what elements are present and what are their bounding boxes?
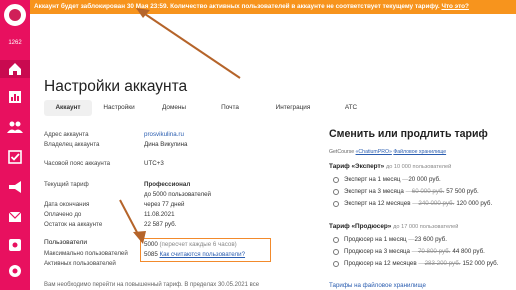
tariff-value: Профессионал [144, 181, 191, 188]
max-users-row: 5000 (пересчет каждые 6 часов) [144, 241, 237, 248]
end-date-value: через 77 дней [144, 201, 185, 208]
prodiser-tariff-heading: Тариф «Продюсер» до 17 000 пользователей [329, 223, 458, 230]
tab-bar: Аккаунт Настройки Домены Почта Интеграци… [44, 100, 374, 116]
expert-option-3m[interactable]: Эксперт на 3 месяца — 60 000 руб. 57 500… [333, 188, 479, 195]
banner-text: Аккаунт будет заблокирован 30 Мая 23:59.… [34, 3, 440, 10]
tab-settings[interactable]: Настройки [92, 100, 146, 116]
paid-until-value: 11.08.2021 [144, 211, 175, 218]
account-owner-label: Владелец аккаунта [44, 141, 100, 148]
expert-tariff-name: Тариф «Эксперт» [329, 163, 385, 170]
account-address-value[interactable]: prosvikulina.ru [144, 131, 184, 138]
radio-button[interactable] [333, 176, 339, 183]
expert-option-12m[interactable]: Эксперт на 12 месяцев — 240 000 руб. 120… [333, 200, 492, 207]
prodiser-tariff-limit: до 17 000 пользователей [393, 224, 459, 230]
sidebar-count: 1262 [8, 40, 22, 46]
sidebar: 1262 [0, 0, 30, 290]
tab-domains[interactable]: Домены [146, 100, 202, 116]
option-old-price: 60 000 руб. [411, 188, 445, 195]
prodiser-option-1m[interactable]: Продюсер на 1 месяц — 23 600 руб. [333, 236, 447, 243]
radio-button[interactable] [333, 200, 339, 207]
tab-account[interactable]: Аккаунт [44, 100, 92, 116]
tab-integration[interactable]: Интеграция [258, 100, 328, 116]
radio-button[interactable] [333, 236, 339, 243]
option-label: Эксперт на 3 месяца [344, 188, 404, 195]
tariff-storage-link[interactable]: Файловое хранилище [393, 149, 446, 155]
arrow-to-banner [141, 11, 241, 79]
end-date-label: Дата окончания [44, 201, 90, 208]
option-old-price: 70 800 руб. [417, 248, 451, 255]
settings-icon[interactable] [6, 236, 24, 254]
option-old-price: 240 000 руб. [418, 200, 455, 207]
option-label: Продюсер на 12 месяцев [344, 260, 417, 267]
active-users-label: Активных пользователей [44, 260, 116, 267]
option-label: Продюсер на 1 месяц [344, 236, 407, 243]
tariff-limit: до 5000 пользователей [144, 191, 211, 198]
arrow-to-users [119, 199, 141, 239]
tab-ats[interactable]: АТС [328, 100, 374, 116]
tariff-chatium-link[interactable]: «ChatiumPRO» [356, 149, 392, 155]
option-price: 152 000 руб. [462, 260, 499, 267]
account-block-warning-banner: Аккаунт будет заблокирован 30 Мая 23:59.… [30, 0, 516, 14]
support-icon[interactable] [6, 262, 24, 280]
expert-tariff-heading: Тариф «Эксперт» до 10 000 пользователей [329, 163, 451, 170]
option-label: Эксперт на 1 месяц [344, 176, 401, 183]
tariff-label: Текущий тариф [44, 181, 89, 188]
users-heading: Пользователи [44, 239, 88, 246]
radio-button[interactable] [333, 248, 339, 255]
active-users-value: 5085 [144, 251, 158, 258]
tariff-subheader: GetCourse «ChatiumPRO» Файловое хранилищ… [329, 149, 446, 155]
tariff-sub-prefix: GetCourse [329, 149, 355, 155]
megaphone-icon[interactable] [6, 178, 24, 196]
users-icon[interactable] [6, 118, 24, 136]
option-label: Эксперт на 12 месяцев [344, 200, 411, 207]
account-owner-value: Дина Викулина [144, 141, 188, 148]
expert-tariff-limit: до 10 000 пользователей [385, 164, 452, 170]
option-price: 23 600 руб. [414, 236, 447, 243]
banner-what-is-it-link[interactable]: Что это? [441, 3, 469, 10]
upgrade-note: Вам необходимо перейти на повышенный тар… [44, 282, 260, 288]
mail-icon[interactable] [6, 208, 24, 226]
user-avatar[interactable] [4, 4, 26, 26]
option-label: Продюсер на 3 месяца [344, 248, 411, 255]
option-price: 120 000 руб. [456, 200, 493, 207]
account-address-label: Адрес аккаунта [44, 131, 89, 138]
change-tariff-title: Сменить или продлить тариф [329, 128, 488, 140]
active-users-row: 5085 Как считаются пользователи? [144, 251, 245, 258]
max-users-label: Максимально пользователей [44, 250, 128, 257]
paid-until-label: Оплачено до [44, 211, 82, 218]
home-icon[interactable] [0, 60, 30, 78]
max-users-value: 5000 [144, 241, 158, 248]
radio-button[interactable] [333, 188, 339, 195]
page-title: Настройки аккаунта [44, 78, 188, 95]
timezone-value: UTC+3 [144, 160, 164, 167]
tab-mail[interactable]: Почта [202, 100, 258, 116]
option-price: 44 800 руб. [452, 248, 485, 255]
radio-button[interactable] [333, 260, 339, 267]
balance-label: Остаток на аккаунте [44, 221, 103, 228]
prodiser-tariff-name: Тариф «Продюсер» [329, 223, 392, 230]
balance-value: 22 587 руб. [144, 221, 177, 228]
option-old-price: 283 200 руб. [424, 260, 461, 267]
tasks-icon[interactable] [6, 148, 24, 166]
stats-icon[interactable] [6, 88, 24, 106]
how-users-counted-link[interactable]: Как считаются пользователи? [160, 251, 246, 258]
max-users-note: (пересчет каждые 6 часов) [159, 241, 237, 248]
expert-option-1m[interactable]: Эксперт на 1 месяц — 20 000 руб. [333, 176, 441, 183]
option-price: 20 000 руб. [408, 176, 441, 183]
prodiser-option-3m[interactable]: Продюсер на 3 месяца — 70 800 руб. 44 80… [333, 248, 485, 255]
storage-tariffs-link[interactable]: Тарифы на файловое хранилище [329, 282, 426, 289]
prodiser-option-12m[interactable]: Продюсер на 12 месяцев — 283 200 руб. 15… [333, 260, 498, 267]
timezone-label: Часовой пояс аккаунта [44, 160, 111, 167]
option-price: 57 500 руб. [446, 188, 479, 195]
